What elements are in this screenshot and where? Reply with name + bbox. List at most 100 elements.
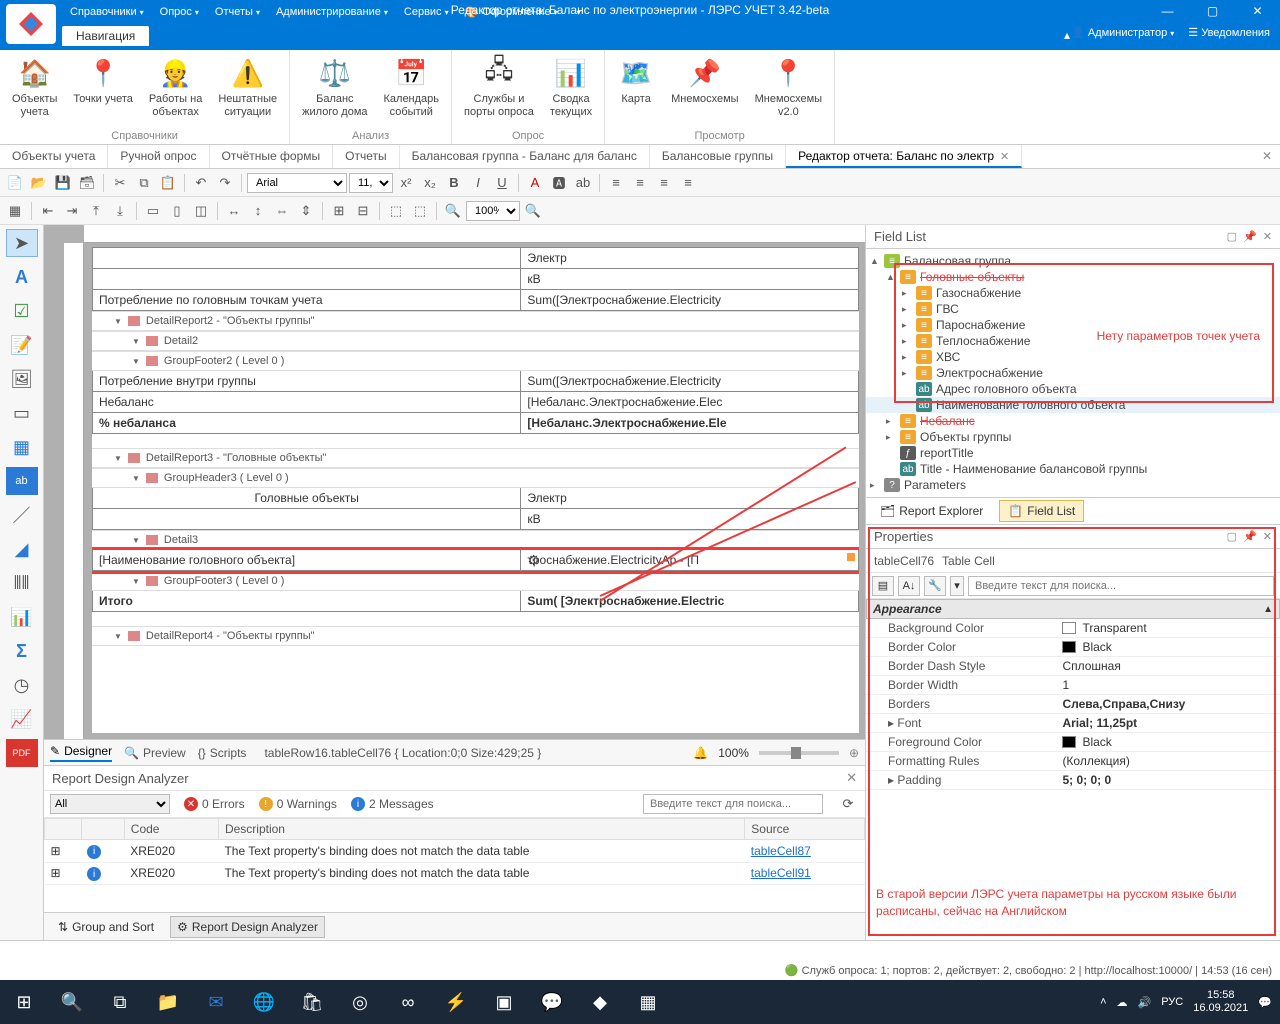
ribbon-item[interactable]: 🖧Службы ипорты опроса	[456, 50, 542, 128]
al1-icon[interactable]: ⇤	[37, 200, 59, 222]
ribbon-item[interactable]: 📌Мнемосхемы	[663, 50, 747, 128]
al2-icon[interactable]: ⇥	[61, 200, 83, 222]
tree-node[interactable]: ▸≡Газоснабжение	[866, 285, 1280, 301]
vs-icon[interactable]: ∞	[384, 980, 432, 1024]
sp4-icon[interactable]: ⇕	[295, 200, 317, 222]
props-row[interactable]: ▸ Padding5; 0; 0; 0	[866, 771, 1280, 790]
menu-poll[interactable]: Опрос▾	[152, 4, 207, 20]
doc-tab[interactable]: Ручной опрос	[108, 145, 209, 168]
props-wrench-icon[interactable]: 🔧	[924, 576, 946, 596]
props-row[interactable]: Border Dash StyleСплошная	[866, 657, 1280, 676]
props-row[interactable]: Background ColorTransparent	[866, 619, 1280, 638]
align-justify-icon[interactable]: ≡	[677, 172, 699, 194]
app-icon[interactable]: ⚡	[432, 980, 480, 1024]
report-canvas[interactable]: ЭлектркВПотребление по головным точкам у…	[92, 247, 859, 733]
design-surface[interactable]: ЭлектркВПотребление по головным точкам у…	[44, 225, 865, 739]
pointer-tool[interactable]: ➤	[6, 229, 38, 257]
cut-icon[interactable]: ✂	[109, 172, 131, 194]
report-cell-row[interactable]: кВ	[92, 269, 859, 290]
ribbon-item[interactable]: 📅Календарьсобытий	[376, 50, 448, 128]
tray-lang[interactable]: РУС	[1161, 996, 1183, 1008]
analyzer-col-header[interactable]: Source	[745, 819, 865, 840]
props-search[interactable]	[968, 576, 1274, 596]
props-row[interactable]: Foreground ColorBlack	[866, 733, 1280, 752]
analyzer-search[interactable]	[643, 794, 823, 814]
term-icon[interactable]: ▣	[480, 980, 528, 1024]
sup-icon[interactable]: x²	[395, 172, 417, 194]
analyzer-source-link[interactable]: tableCell91	[751, 866, 811, 880]
report-cell-row[interactable]: Потребление по головным точкам учетаSum(…	[92, 290, 859, 311]
lers-icon[interactable]: ◆	[576, 980, 624, 1024]
tree-parameters[interactable]: ▸?Parameters	[866, 477, 1280, 493]
designer-tab[interactable]: ✎ Designer	[50, 744, 112, 762]
tray-cloud-icon[interactable]: ☁	[1117, 996, 1128, 1009]
tree-node[interactable]: abАдрес головного объекта	[866, 381, 1280, 397]
report-cell-row[interactable]: Небаланс[Небаланс.Электроснабжение.Elec	[92, 392, 859, 413]
table-tool[interactable]: ▦	[6, 433, 38, 461]
pr-close-icon[interactable]: ✕	[1263, 530, 1272, 543]
tray-clock[interactable]: 15:5816.09.2021	[1193, 989, 1248, 1015]
barcode-tool[interactable]: ⦀⦀	[6, 569, 38, 597]
chart-tool[interactable]: 📊	[6, 603, 38, 631]
scripts-tab[interactable]: {} Scripts	[198, 746, 247, 760]
zoom-in-icon[interactable]: 🔍	[522, 200, 544, 222]
explorer-icon[interactable]: 📁	[144, 980, 192, 1024]
field-list-tab[interactable]: 📋 Field List	[999, 500, 1084, 522]
props-row[interactable]: Formatting Rules(Коллекция)	[866, 752, 1280, 771]
warnings-pill[interactable]: !0 Warnings	[259, 797, 337, 811]
props-row[interactable]: Border ColorBlack	[866, 638, 1280, 657]
sum-tool[interactable]: Σ	[6, 637, 38, 665]
sparkline-tool[interactable]: 📈	[6, 705, 38, 733]
user-dropdown[interactable]: 👤 Администратор ▾	[1071, 26, 1174, 39]
open-icon[interactable]: 📂	[28, 172, 50, 194]
collapse-ribbon-icon[interactable]: ▴	[1064, 28, 1070, 42]
doc-tab[interactable]: Балансовые группы	[650, 145, 786, 168]
tree-node[interactable]: ▲≡Головные объекты	[866, 269, 1280, 285]
fl-window-icon[interactable]: ▢	[1227, 230, 1237, 243]
forecolor-icon[interactable]: A	[524, 172, 546, 194]
report-cell-row[interactable]: Головные объектыЭлектр	[92, 488, 859, 509]
section-header[interactable]: ▼GroupFooter2 ( Level 0 )	[92, 351, 859, 371]
character-tool[interactable]: ab	[6, 467, 38, 495]
props-row[interactable]: BordersСлева,Справа,Снизу	[866, 695, 1280, 714]
saveall-icon[interactable]: 🗃	[76, 172, 98, 194]
ribbon-item[interactable]: 📊Сводкатекущих	[542, 50, 600, 128]
paste-icon[interactable]: 📋	[157, 172, 179, 194]
bold-icon[interactable]: B	[443, 172, 465, 194]
close-button[interactable]: ✕	[1235, 0, 1280, 22]
ribbon-item[interactable]: 👷Работы наобъектах	[141, 50, 210, 128]
search-icon[interactable]: 🔍	[48, 980, 96, 1024]
tree-node[interactable]: ▸≡ГВС	[866, 301, 1280, 317]
report-cell-row[interactable]: Электр	[92, 247, 859, 269]
props-row[interactable]: Border Width1	[866, 676, 1280, 695]
props-dd-icon[interactable]: ▾	[950, 576, 964, 596]
sp3-icon[interactable]: ⇔	[271, 200, 293, 222]
label-tool[interactable]: A	[6, 263, 38, 291]
props-cat-icon[interactable]: ▤	[872, 576, 894, 596]
grid-icon[interactable]: ▦	[4, 200, 26, 222]
ribbon-item[interactable]: 📍Точки учета	[65, 50, 141, 128]
shape-tool[interactable]: ◢	[6, 535, 38, 563]
zoom-combo[interactable]: 100%	[466, 201, 520, 221]
align-center-icon[interactable]: ≡	[629, 172, 651, 194]
menu-service[interactable]: Сервис▾	[396, 4, 457, 20]
store-icon[interactable]: 🛍	[288, 980, 336, 1024]
gear-icon[interactable]: ⚙	[527, 552, 540, 569]
selected-report-cell[interactable]: [Наименование головного объекта]троснабж…	[92, 550, 859, 571]
doc-tab[interactable]: Отчеты	[333, 145, 399, 168]
group-sort-tab[interactable]: ⇅ Group and Sort	[52, 917, 160, 937]
pr-pin-icon[interactable]: 📌	[1243, 530, 1257, 543]
tree-node[interactable]: ƒreportTitle	[866, 445, 1280, 461]
start-button[interactable]: ⊞	[0, 980, 48, 1024]
ribbon-item[interactable]: ⚠️Нештатныеситуации	[210, 50, 285, 128]
analyzer-tab[interactable]: ⚙ Report Design Analyzer	[170, 916, 325, 938]
outlook-icon[interactable]: ✉	[192, 980, 240, 1024]
preview-tab[interactable]: 🔍 Preview	[124, 746, 186, 760]
al3-icon[interactable]: ⤒	[85, 200, 107, 222]
font-size-combo[interactable]: 11,25	[349, 173, 393, 193]
sp1-icon[interactable]: ↔	[223, 200, 245, 222]
tree-node[interactable]: ▸≡Объекты группы	[866, 429, 1280, 445]
doc-tab[interactable]: Балансовая группа - Баланс для баланс	[400, 145, 650, 168]
undo-icon[interactable]: ↶	[190, 172, 212, 194]
analyzer-col-header[interactable]: Code	[124, 819, 218, 840]
